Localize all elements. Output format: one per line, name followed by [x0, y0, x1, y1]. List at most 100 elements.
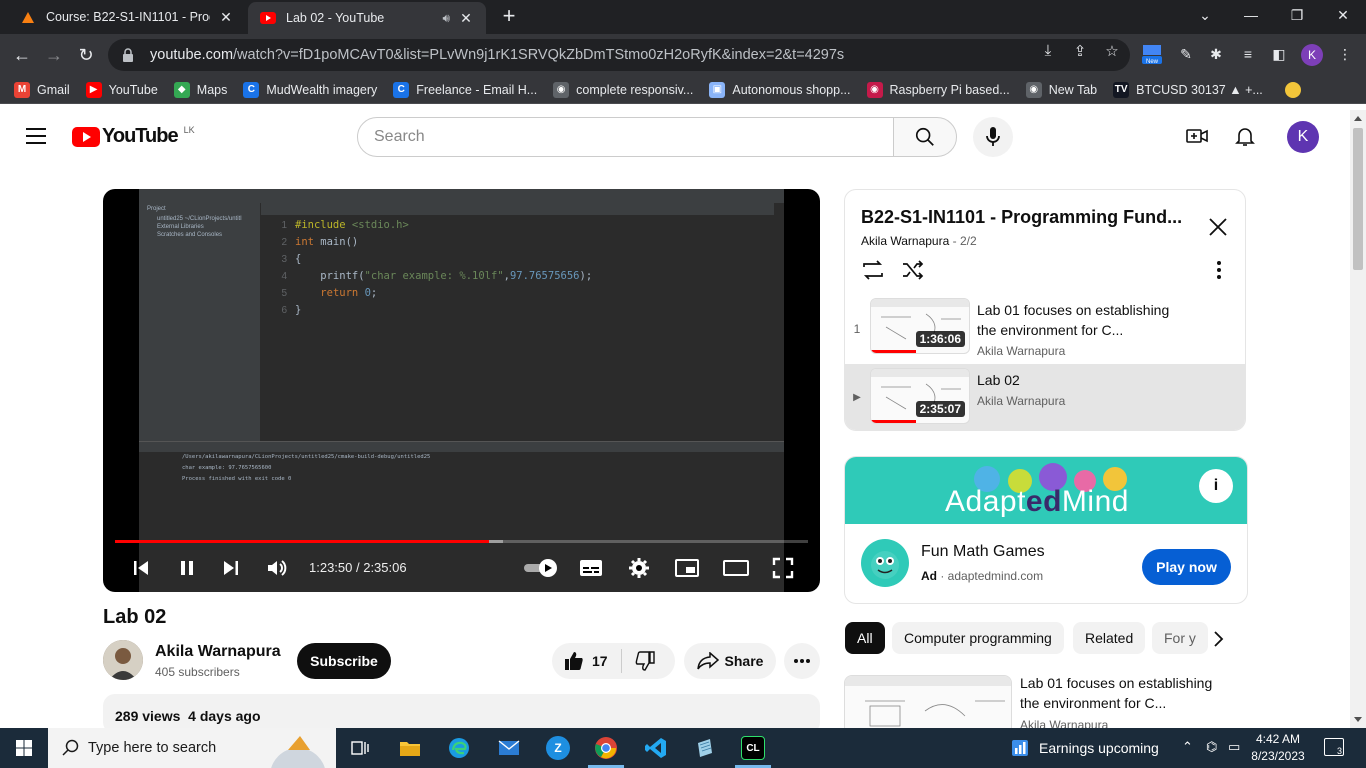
ad-card[interactable]: AdaptedMind i Fun Math Games Ad · adapte… [844, 456, 1248, 604]
channel-avatar[interactable] [103, 640, 143, 680]
restore-button[interactable]: ❐ [1274, 0, 1320, 32]
playlist-title[interactable]: B22-S1-IN1101 - Programming Fund... [861, 207, 1182, 228]
channel-name[interactable]: Akila Warnapura [155, 643, 281, 661]
subtitles-icon[interactable] [579, 555, 603, 581]
related-video-thumbnail[interactable] [844, 675, 1012, 735]
settings-gear-icon[interactable] [627, 555, 651, 581]
network-icon[interactable]: ⌬ [1206, 739, 1217, 755]
tray-chevron-up-icon[interactable]: ⌃ [1182, 739, 1193, 755]
pause-icon[interactable] [175, 555, 199, 581]
browser-profile-avatar[interactable]: K [1301, 44, 1323, 66]
bookmark-item[interactable]: C MudWealth imagery [243, 81, 377, 98]
side-panel-icon[interactable]: ◧ [1268, 43, 1290, 65]
ad-info-icon[interactable]: i [1199, 469, 1233, 503]
share-button[interactable]: Share [684, 643, 776, 679]
chip-related[interactable]: Related [1073, 622, 1146, 654]
subscriber-count: 405 subscribers [155, 665, 240, 679]
menu-icon[interactable] [26, 128, 46, 144]
chip-all[interactable]: All [845, 622, 885, 654]
bookmark-item[interactable]: M Gmail [14, 81, 70, 98]
close-tab-icon[interactable]: ✕ [218, 9, 234, 26]
ad-play-now-button[interactable]: Play now [1142, 549, 1231, 585]
zoom-app-icon[interactable]: Z [546, 736, 570, 760]
playlist-item-current[interactable]: ▶ 2:35:07 Lab 02 Akila Warnapura [845, 364, 1245, 430]
tab-search-icon[interactable]: ⌄ [1182, 0, 1228, 32]
task-view-icon[interactable] [348, 736, 372, 760]
bookmark-star-icon[interactable]: ☆ [1103, 42, 1121, 60]
notifications-bell-icon[interactable] [1233, 124, 1257, 148]
like-icon[interactable] [564, 651, 584, 671]
dislike-icon[interactable] [635, 651, 655, 671]
chrome-icon[interactable] [594, 736, 618, 760]
media-control-icon[interactable]: ≡ [1237, 43, 1259, 65]
close-tab-icon[interactable]: ✕ [458, 10, 474, 27]
youtube-logo[interactable]: YouTube LK [72, 125, 195, 148]
eyedropper-icon[interactable]: ✎ [1175, 43, 1197, 65]
tab-youtube[interactable]: Lab 02 - YouTube 🔊︎ ✕ [248, 2, 486, 34]
close-playlist-icon[interactable] [1207, 216, 1229, 238]
new-tab-button[interactable]: + [498, 5, 520, 28]
extensions-puzzle-icon[interactable]: ✱ [1205, 43, 1227, 65]
bookmark-item[interactable]: ◉ New Tab [1025, 81, 1097, 98]
autoplay-toggle[interactable] [523, 555, 559, 581]
chip-computer-programming[interactable]: Computer programming [892, 622, 1064, 654]
subscribe-button[interactable]: Subscribe [297, 643, 391, 679]
bookmark-item[interactable]: C Freelance - Email H... [393, 81, 537, 98]
chrome-menu-icon[interactable]: ⋮ [1334, 43, 1356, 65]
bookmark-item[interactable]: ◉ complete responsiv... [553, 81, 693, 98]
tab-course[interactable]: Course: B22-S1-IN1101 - Program ✕ [8, 0, 246, 34]
speaker-icon[interactable]: 🔊︎ [442, 11, 450, 26]
file-explorer-icon[interactable] [398, 736, 422, 760]
search-input[interactable]: Search [357, 117, 894, 157]
forward-icon[interactable]: → [42, 43, 66, 67]
account-avatar[interactable]: K [1287, 121, 1319, 153]
battery-icon[interactable]: ▭ [1228, 739, 1240, 755]
ad-banner[interactable]: AdaptedMind i [845, 457, 1247, 524]
install-icon[interactable]: ⤓ [1039, 42, 1057, 59]
edge-icon[interactable] [447, 736, 471, 760]
extension-new-icon[interactable]: New [1141, 43, 1163, 65]
bookmark-item[interactable]: ▶ YouTube [85, 81, 158, 98]
notification-center-icon[interactable]: 3 [1324, 738, 1344, 756]
bookmark-item[interactable]: TV BTCUSD 30137 ▲ +... [1113, 81, 1263, 98]
previous-icon[interactable] [129, 555, 153, 581]
theater-mode-icon[interactable] [723, 555, 749, 581]
reload-icon[interactable]: ↻ [74, 43, 98, 67]
taskbar-clock[interactable]: 4:42 AM 8/23/2023 [1250, 731, 1306, 765]
vscode-icon[interactable] [644, 736, 668, 760]
loop-playlist-icon[interactable] [861, 258, 885, 282]
notepad-app-icon[interactable] [693, 736, 717, 760]
voice-search-button[interactable] [973, 117, 1013, 157]
close-window-button[interactable]: ✕ [1320, 0, 1366, 32]
create-video-icon[interactable] [1185, 124, 1209, 148]
video-progress-bar[interactable] [115, 540, 808, 543]
earnings-widget[interactable]: Earnings upcoming [1010, 738, 1159, 758]
extension-owl-icon[interactable] [1284, 81, 1301, 98]
playlist-item[interactable]: 1 1:36:06 Lab 01 focuses on establishing… [845, 294, 1245, 362]
chip-for-you[interactable]: For y [1152, 622, 1208, 654]
minimize-button[interactable]: — [1228, 0, 1274, 32]
chevron-right-icon[interactable] [1206, 627, 1230, 651]
playlist-menu-icon[interactable] [1207, 258, 1231, 282]
volume-icon[interactable] [265, 555, 289, 581]
clion-icon[interactable]: CL [741, 736, 765, 760]
bookmark-item[interactable]: ◉ Raspberry Pi based... [866, 81, 1010, 98]
share-page-icon[interactable]: ⇪ [1071, 42, 1089, 60]
more-actions-icon[interactable] [784, 643, 820, 679]
page-scrollbar[interactable] [1350, 110, 1366, 728]
taskbar-search-input[interactable]: Type here to search [48, 728, 336, 768]
bookmark-item[interactable]: ◆ Maps [173, 81, 227, 98]
search-button[interactable] [893, 117, 957, 157]
address-bar[interactable]: youtube.com/watch?v=fD1poMCAvT0&list=PLv… [108, 39, 1130, 71]
mail-icon[interactable] [497, 736, 521, 760]
bookmark-item[interactable]: ▣ Autonomous shopp... [709, 81, 851, 98]
windows-start-icon[interactable] [16, 740, 32, 756]
video-player[interactable]: Project untitled25 ~/CLionProjects/untitl… [103, 189, 820, 592]
next-icon[interactable] [219, 555, 243, 581]
fullscreen-icon[interactable] [771, 555, 795, 581]
back-icon[interactable]: ← [10, 43, 34, 67]
miniplayer-icon[interactable] [675, 555, 699, 581]
related-video-title[interactable]: Lab 01 focuses on establishing the envir… [1020, 673, 1230, 713]
shuffle-icon[interactable] [901, 258, 925, 282]
url-text: youtube.com/watch?v=fD1poMCAvT0&list=PLv… [150, 47, 845, 63]
